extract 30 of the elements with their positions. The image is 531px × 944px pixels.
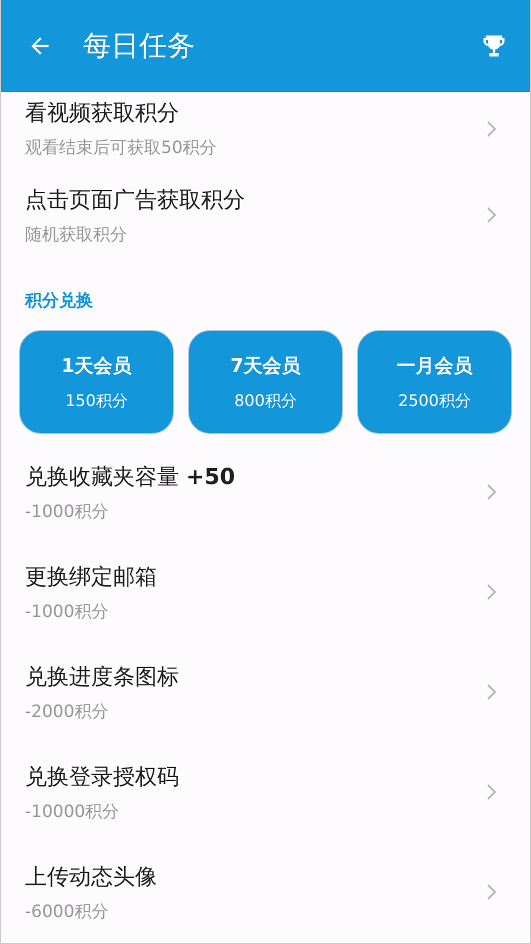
exchange-item[interactable]: 上传动态头像 -6000积分 <box>1 842 530 942</box>
task-item[interactable]: 看视频获取积分 观看结束后可获取50积分 <box>1 92 530 165</box>
item-cost: -10000积分 <box>25 800 120 822</box>
item-title: 兑换收藏夹容量 +50 <box>25 464 236 492</box>
task-subtitle: 随机获取积分 <box>25 224 128 246</box>
chevron-right-icon <box>486 684 496 700</box>
section-heading: 积分兑换 <box>25 290 93 312</box>
item-cost: -1000积分 <box>25 600 110 622</box>
item-title: 兑换登录授权码 <box>25 764 180 792</box>
chevron-right-icon <box>486 120 496 136</box>
exchange-item[interactable]: 兑换收藏夹容量 +50 -1000积分 <box>1 442 530 542</box>
item-cost: -6000积分 <box>25 900 110 922</box>
exchange-item[interactable]: 兑换登录授权码 -10000积分 <box>1 742 530 842</box>
task-title: 点击页面广告获取积分 <box>25 186 246 214</box>
item-cost: -1000积分 <box>25 500 110 522</box>
page-title: 每日任务 <box>83 28 196 64</box>
chevron-right-icon <box>486 207 496 223</box>
chevron-right-icon <box>486 584 496 600</box>
item-cost: -2000积分 <box>25 700 110 722</box>
chevron-right-icon <box>486 484 496 500</box>
task-title: 看视频获取积分 <box>25 100 180 128</box>
chevron-right-icon <box>486 884 496 900</box>
task-item[interactable]: 点击页面广告获取积分 随机获取积分 <box>1 165 530 265</box>
chevron-right-icon <box>486 784 496 800</box>
item-title: 上传动态头像 <box>25 864 158 892</box>
task-subtitle: 观看结束后可获取50积分 <box>25 137 218 159</box>
item-title: 更换绑定邮箱 <box>25 564 158 592</box>
exchange-item[interactable]: 更换绑定邮箱 -1000积分 <box>1 542 530 642</box>
exchange-item[interactable]: 兑换进度条图标 -2000积分 <box>1 642 530 742</box>
item-title: 兑换进度条图标 <box>25 664 180 692</box>
